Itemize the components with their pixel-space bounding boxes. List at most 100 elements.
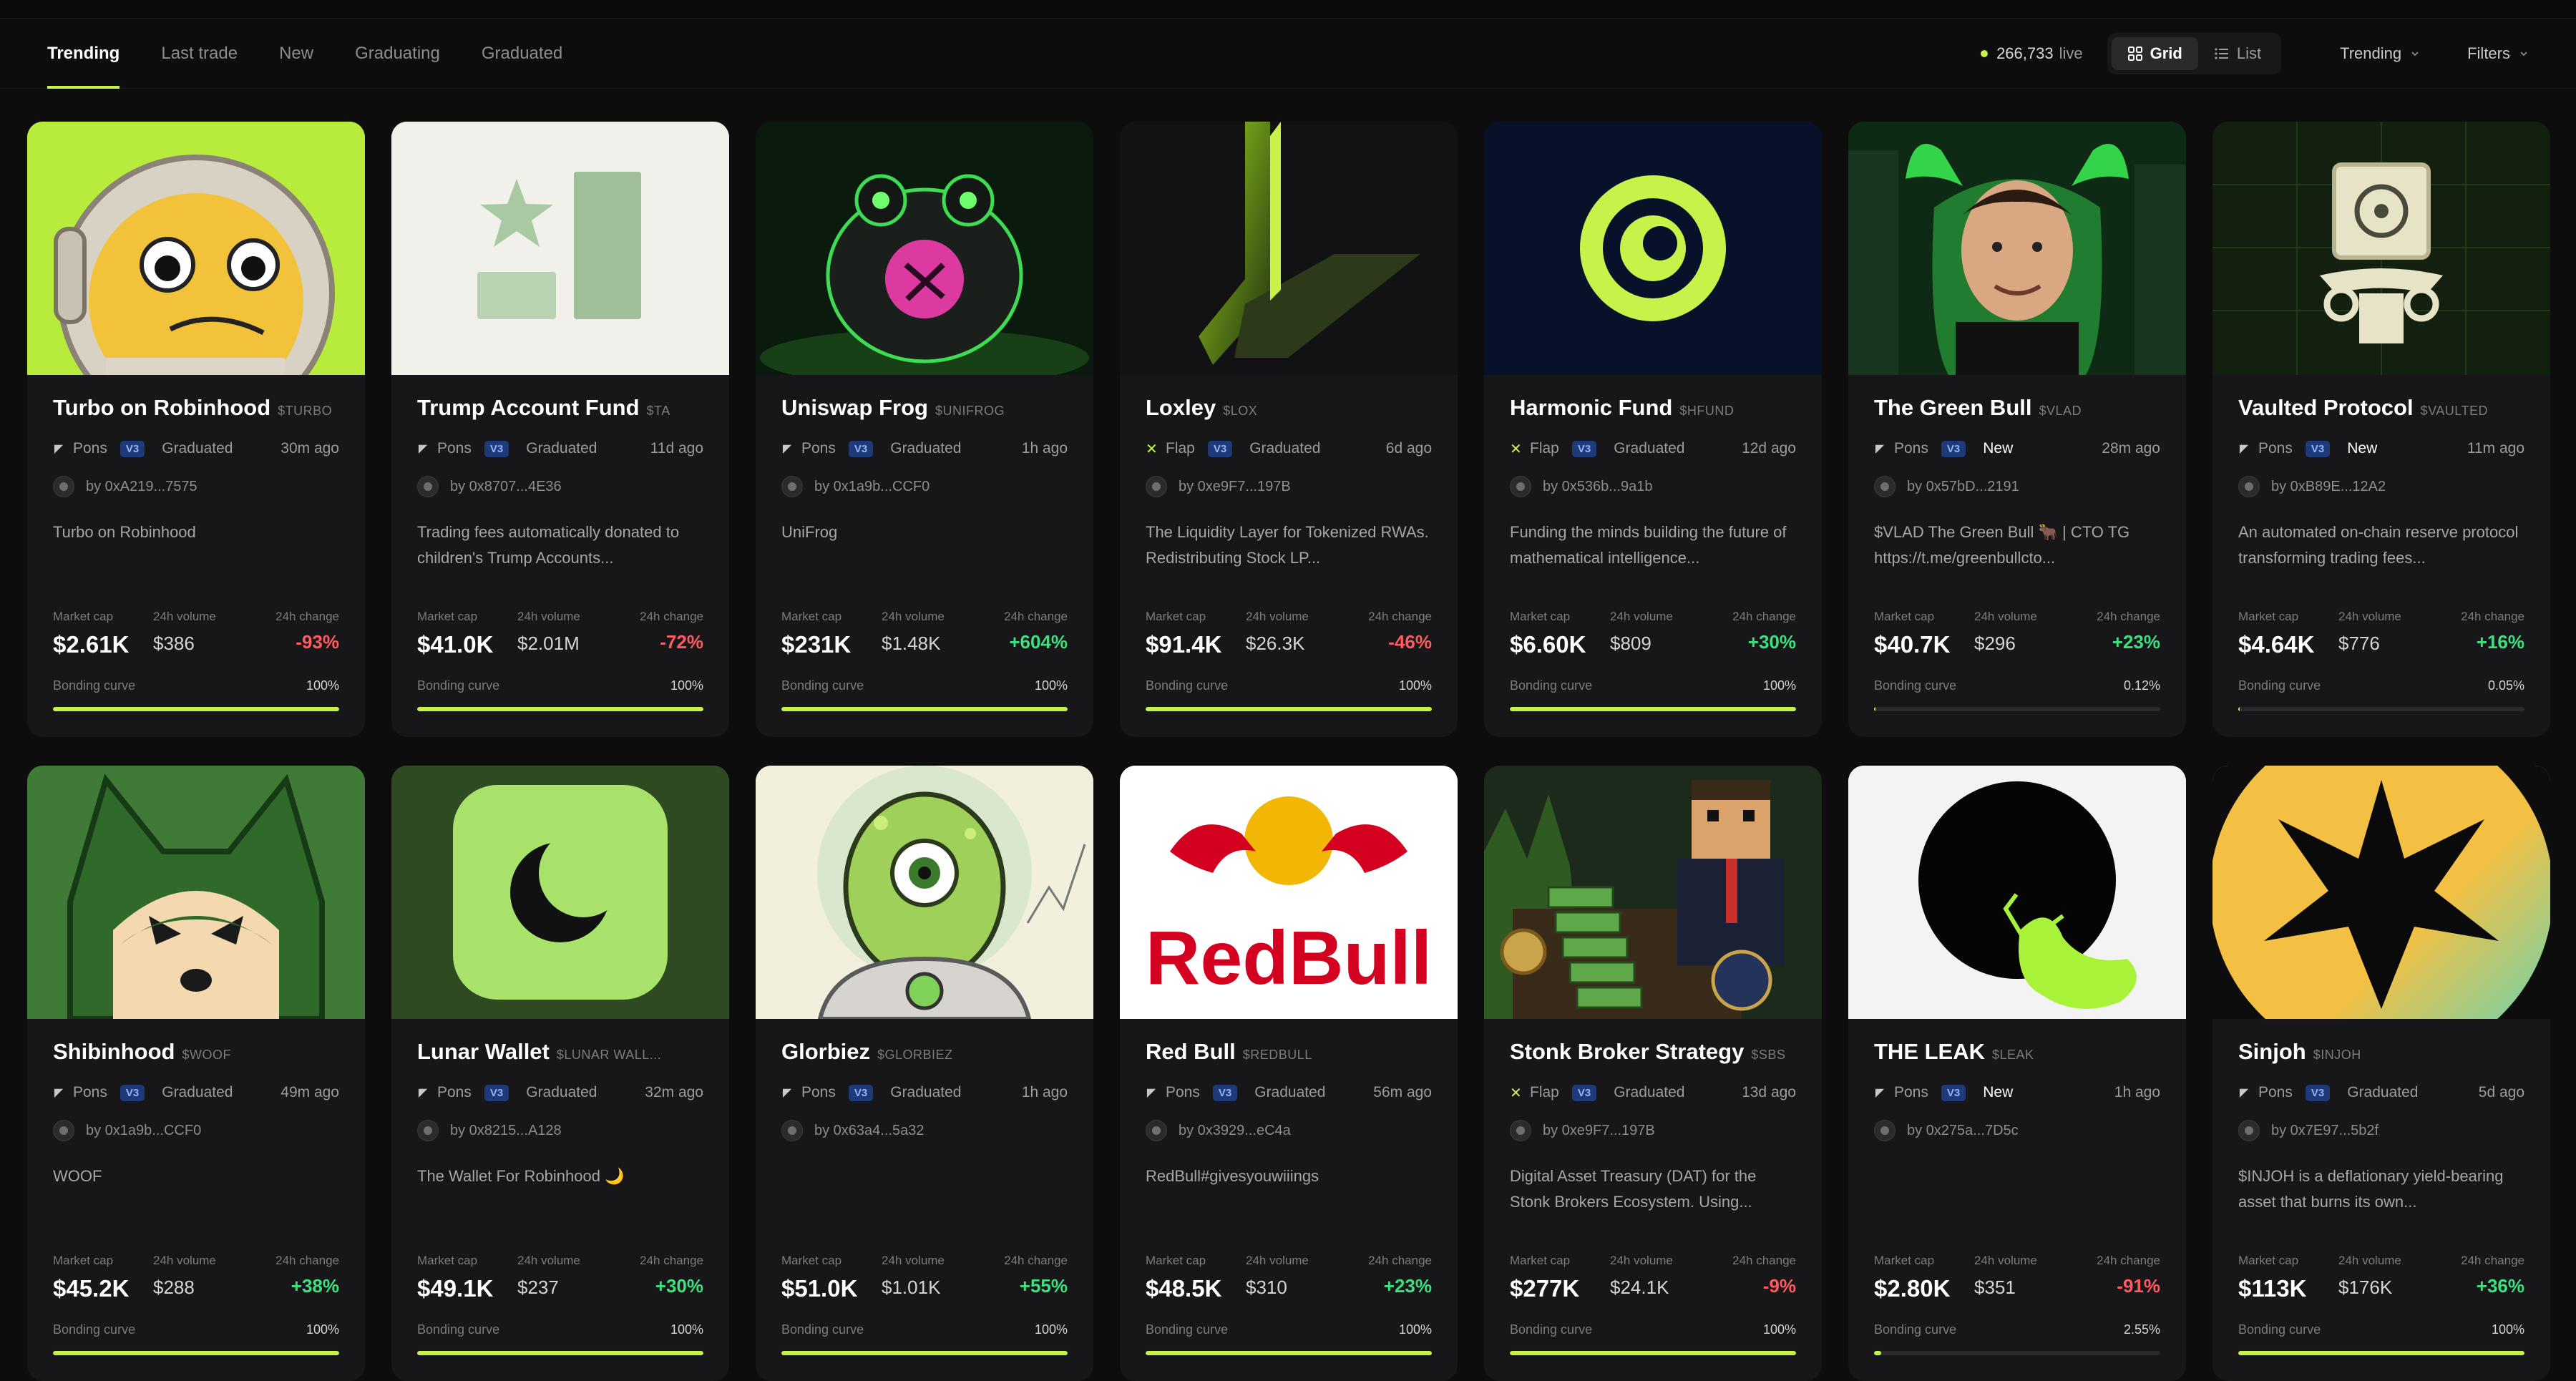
creator-row[interactable]: by 0xB89E...12A2 xyxy=(2238,475,2524,498)
black-hole-leak-image xyxy=(1848,766,2186,1019)
change-stat: 24h change +36% xyxy=(2461,1254,2524,1302)
creator-row[interactable]: by 0x1a9b...CCF0 xyxy=(781,475,1068,498)
change-value: +604% xyxy=(1009,631,1068,653)
creator-row[interactable]: by 0x3929...eC4a xyxy=(1146,1119,1432,1142)
token-name: Trump Account Fund xyxy=(417,395,640,420)
change-value: +23% xyxy=(1383,1275,1432,1297)
token-age: 1h ago xyxy=(1021,1084,1068,1101)
token-card[interactable]: Uniswap Frog $UNIFROG ◤ Pons V3 Graduate… xyxy=(756,122,1093,737)
bonding-curve-row: Bonding curve 100% xyxy=(781,678,1068,693)
token-meta: ◤ Pons V3 Graduated 5d ago xyxy=(2238,1082,2524,1103)
creator-address: by 0xe9F7...197B xyxy=(1179,478,1291,494)
bonding-curve-bar xyxy=(2238,707,2524,711)
creator-address: by 0x275a...7D5c xyxy=(1907,1122,2019,1138)
market-cap-label: Market cap xyxy=(2238,1254,2299,1267)
hooded-shiba-image xyxy=(27,766,365,1019)
token-name: Harmonic Fund xyxy=(1510,395,1673,420)
change-label: 24h change xyxy=(1368,1254,1432,1267)
token-card[interactable]: RedBull Red Bull $REDBULL ◤ Pons V3 Grad… xyxy=(1120,766,1458,1381)
change-label: 24h change xyxy=(2461,1254,2524,1267)
token-meta: ◤ Pons V3 New 11m ago xyxy=(2238,438,2524,459)
pons-icon: ◤ xyxy=(418,1087,428,1099)
market-cap-label: Market cap xyxy=(1874,610,1935,623)
pons-icon: ◤ xyxy=(1146,1087,1156,1099)
token-meta: ◤ Pons V3 Graduated 11d ago xyxy=(417,438,703,459)
token-card[interactable]: Stonk Broker Strategy $SBS ✕ Flap V3 Gra… xyxy=(1484,766,1822,1381)
token-card[interactable]: The Green Bull $VLAD ◤ Pons V3 New 28m a… xyxy=(1848,122,2186,737)
token-card[interactable]: Vaulted Protocol $VAULTED ◤ Pons V3 New … xyxy=(2212,122,2550,737)
token-info: Red Bull $REDBULL ◤ Pons V3 Graduated 56… xyxy=(1146,1039,1432,1215)
token-card[interactable]: Harmonic Fund $HFUND ✕ Flap V3 Graduated… xyxy=(1484,122,1822,737)
bonding-curve-fill xyxy=(1510,707,1796,711)
sort-dropdown[interactable]: Trending xyxy=(2340,44,2420,63)
creator-row[interactable]: by 0x7E97...5b2f xyxy=(2238,1119,2524,1142)
creator-address: by 0x536b...9a1b xyxy=(1543,478,1653,494)
token-description: Digital Asset Treasury (DAT) for the Sto… xyxy=(1510,1167,1757,1211)
tab-graduated[interactable]: Graduated xyxy=(482,19,562,89)
creator-row[interactable]: by 0x57bD...2191 xyxy=(1874,475,2160,498)
version-badge: V3 xyxy=(1571,1084,1597,1101)
volume-label: 24h volume xyxy=(1246,1254,1309,1267)
creator-row[interactable]: by 0x536b...9a1b xyxy=(1510,475,1796,498)
volume-stat: 24h volume $809 xyxy=(1610,610,1703,658)
creator-row[interactable]: by 0xA219...7575 xyxy=(53,475,339,498)
pons-icon: ◤ xyxy=(1875,443,1885,455)
list-view-button[interactable]: List xyxy=(2198,37,2277,70)
token-card[interactable]: Turbo on Robinhood $TURBO ◤ Pons V3 Grad… xyxy=(27,122,365,737)
token-name: Shibinhood xyxy=(53,1039,175,1064)
live-label: live xyxy=(2059,44,2083,62)
token-meta: ◤ Pons V3 Graduated 1h ago xyxy=(781,1082,1068,1103)
grid-view-label: Grid xyxy=(2150,44,2182,62)
volume-label: 24h volume xyxy=(882,610,945,623)
token-name: Lunar Wallet xyxy=(417,1039,550,1064)
market-cap-stat: Market cap $45.2K xyxy=(53,1254,153,1302)
volume-value: $386 xyxy=(153,633,195,654)
tab-trending[interactable]: Trending xyxy=(47,19,120,89)
flap-icon: ✕ xyxy=(1510,441,1522,457)
token-title-row: The Green Bull $VLAD xyxy=(1874,395,2160,421)
creator-row[interactable]: by 0x1a9b...CCF0 xyxy=(53,1119,339,1142)
tab-graduating[interactable]: Graduating xyxy=(355,19,440,89)
bonding-curve-row: Bonding curve 100% xyxy=(2238,1322,2524,1337)
token-description: The Liquidity Layer for Tokenized RWAs. … xyxy=(1146,523,1429,567)
volume-label: 24h volume xyxy=(1974,1254,2037,1267)
token-card[interactable]: Shibinhood $WOOF ◤ Pons V3 Graduated 49m… xyxy=(27,766,365,1381)
creator-row[interactable]: by 0xe9F7...197B xyxy=(1146,475,1432,498)
token-ticker: $TURBO xyxy=(278,404,333,418)
loxley-l-logo-image xyxy=(1120,122,1458,375)
version-badge: V3 xyxy=(848,440,874,457)
token-card[interactable]: Sinjoh $INJOH ◤ Pons V3 Graduated 5d ago… xyxy=(2212,766,2550,1381)
pons-icon: ◤ xyxy=(782,1087,792,1099)
status-label: Graduated xyxy=(162,440,233,457)
volume-label: 24h volume xyxy=(2338,1254,2401,1267)
red-bull-logo-image: RedBull xyxy=(1120,766,1458,1019)
creator-row[interactable]: by 0x275a...7D5c xyxy=(1874,1119,2160,1142)
creator-row[interactable]: by 0x63a4...5a32 xyxy=(781,1119,1068,1142)
token-name: THE LEAK xyxy=(1874,1039,1985,1064)
market-cap-label: Market cap xyxy=(1510,610,1571,623)
token-card[interactable]: Glorbiez $GLORBIEZ ◤ Pons V3 Graduated 1… xyxy=(756,766,1093,1381)
market-cap-stat: Market cap $2.61K xyxy=(53,610,153,658)
bonding-curve-percent: 100% xyxy=(1398,1322,1432,1337)
volume-label: 24h volume xyxy=(1610,610,1673,623)
filters-dropdown[interactable]: Filters xyxy=(2467,44,2529,63)
token-name: Vaulted Protocol xyxy=(2238,395,2414,420)
volume-label: 24h volume xyxy=(517,610,580,623)
bonding-curve-percent: 0.05% xyxy=(2487,678,2524,693)
token-card[interactable]: Loxley $LOX ✕ Flap V3 Graduated 6d ago b… xyxy=(1120,122,1458,737)
creator-row[interactable]: by 0x8707...4E36 xyxy=(417,475,703,498)
tab-new[interactable]: New xyxy=(279,19,313,89)
token-card[interactable]: Trump Account Fund $TA ◤ Pons V3 Graduat… xyxy=(391,122,729,737)
creator-avatar xyxy=(53,1120,74,1141)
creator-row[interactable]: by 0xe9F7...197B xyxy=(1510,1119,1796,1142)
creator-avatar xyxy=(781,476,803,497)
bonding-curve-label: Bonding curve xyxy=(1146,678,1229,693)
creator-row[interactable]: by 0x8215...A128 xyxy=(417,1119,703,1142)
tab-last-trade[interactable]: Last trade xyxy=(161,19,238,89)
volume-stat: 24h volume $24.1K xyxy=(1610,1254,1703,1302)
grid-view-button[interactable]: Grid xyxy=(2111,37,2198,70)
bonding-curve-label: Bonding curve xyxy=(53,1322,136,1337)
token-card[interactable]: Lunar Wallet $LUNAR WALL... ◤ Pons V3 Gr… xyxy=(391,766,729,1381)
creator-avatar xyxy=(2238,476,2260,497)
token-card[interactable]: THE LEAK $LEAK ◤ Pons V3 New 1h ago by 0… xyxy=(1848,766,2186,1381)
